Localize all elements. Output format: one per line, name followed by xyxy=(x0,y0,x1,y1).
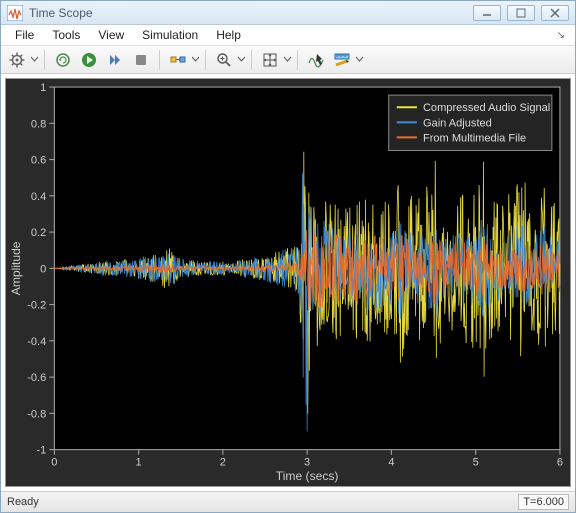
zoom-button[interactable] xyxy=(212,49,236,71)
menu-simulation[interactable]: Simulation xyxy=(134,26,206,44)
cursor-measure-button[interactable] xyxy=(304,49,328,71)
zoom-in-icon xyxy=(216,52,232,68)
menu-tools[interactable]: Tools xyxy=(44,26,88,44)
caret-down-icon xyxy=(31,56,38,63)
minimize-button[interactable] xyxy=(473,5,501,21)
caret-down-icon xyxy=(238,56,245,63)
svg-text:-0.6: -0.6 xyxy=(27,373,46,385)
svg-text:Amplitude: Amplitude xyxy=(9,242,23,296)
svg-text:0: 0 xyxy=(51,457,57,469)
svg-text:2: 2 xyxy=(220,457,226,469)
app-window: Time Scope File Tools View Simulation He… xyxy=(0,0,576,513)
svg-text:1: 1 xyxy=(40,82,46,94)
svg-text:5: 5 xyxy=(473,457,479,469)
svg-text:0.2: 0.2 xyxy=(31,228,46,240)
scope-plot: 0 1 2 3 4 5 6 -1 -0.8 -0.6 -0.4 -0.2 0 0.2 0.4 0.6 0.8 1 T… xyxy=(6,79,570,486)
zoom-dropdown[interactable] xyxy=(238,49,245,71)
caret-down-icon xyxy=(192,56,199,63)
statusbar: Ready T=6.000 xyxy=(1,491,575,512)
step-forward-icon xyxy=(107,52,123,68)
svg-text:0.8: 0.8 xyxy=(31,119,46,131)
svg-text:-0.2: -0.2 xyxy=(27,300,46,312)
step-back-button[interactable] xyxy=(51,49,75,71)
svg-text:4: 4 xyxy=(388,457,394,469)
window-title: Time Scope xyxy=(29,6,473,20)
svg-text:Compressed Audio Signal: Compressed Audio Signal xyxy=(423,103,550,115)
highlight-dropdown[interactable] xyxy=(192,49,199,71)
highlight-block-icon xyxy=(170,52,186,68)
close-button[interactable] xyxy=(541,5,569,21)
svg-text:0.6: 0.6 xyxy=(31,155,46,167)
svg-text:From Multimedia File: From Multimedia File xyxy=(423,133,526,145)
scope-display[interactable]: 0 1 2 3 4 5 6 -1 -0.8 -0.6 -0.4 -0.2 0 0.2 0.4 0.6 0.8 1 T… xyxy=(5,78,571,487)
toolbar xyxy=(1,46,575,74)
step-back-icon xyxy=(55,52,71,68)
svg-text:1: 1 xyxy=(136,457,142,469)
cursor-signal-icon xyxy=(308,52,324,68)
step-forward-button[interactable] xyxy=(103,49,127,71)
configure-button[interactable] xyxy=(5,49,29,71)
maximize-button[interactable] xyxy=(507,5,535,21)
stop-button[interactable] xyxy=(129,49,153,71)
highlight-button[interactable] xyxy=(166,49,190,71)
status-time: T=6.000 xyxy=(518,494,569,510)
autoscale-dropdown[interactable] xyxy=(284,49,291,71)
svg-text:6: 6 xyxy=(557,457,563,469)
svg-text:-0.8: -0.8 xyxy=(27,409,46,421)
caret-down-icon xyxy=(356,56,363,63)
autoscale-button[interactable] xyxy=(258,49,282,71)
titlebar[interactable]: Time Scope xyxy=(1,1,575,25)
menu-file[interactable]: File xyxy=(7,26,42,44)
configure-dropdown[interactable] xyxy=(31,49,38,71)
svg-text:0.4: 0.4 xyxy=(31,191,46,203)
svg-text:Time (secs): Time (secs) xyxy=(276,469,339,483)
menubar: File Tools View Simulation Help ↘ xyxy=(1,25,575,46)
menu-tear-off-icon[interactable]: ↘ xyxy=(557,30,569,41)
measurements-button[interactable] xyxy=(330,49,354,71)
svg-text:-1: -1 xyxy=(36,445,46,457)
svg-text:-0.4: -0.4 xyxy=(27,336,46,348)
play-icon xyxy=(81,52,97,68)
stop-icon xyxy=(133,52,149,68)
autoscale-icon xyxy=(262,52,278,68)
svg-text:3: 3 xyxy=(304,457,310,469)
ruler-icon xyxy=(334,52,350,68)
run-button[interactable] xyxy=(77,49,101,71)
menu-view[interactable]: View xyxy=(90,26,132,44)
svg-text:Gain Adjusted: Gain Adjusted xyxy=(423,118,492,130)
measurements-dropdown[interactable] xyxy=(356,49,363,71)
app-icon xyxy=(7,5,23,21)
plot-container: 0 1 2 3 4 5 6 -1 -0.8 -0.6 -0.4 -0.2 0 0.2 0.4 0.6 0.8 1 T… xyxy=(1,74,575,491)
menu-help[interactable]: Help xyxy=(208,26,249,44)
caret-down-icon xyxy=(284,56,291,63)
gear-icon xyxy=(9,52,25,68)
status-text: Ready xyxy=(7,496,39,508)
svg-text:0: 0 xyxy=(40,264,46,276)
window-buttons xyxy=(473,5,569,21)
